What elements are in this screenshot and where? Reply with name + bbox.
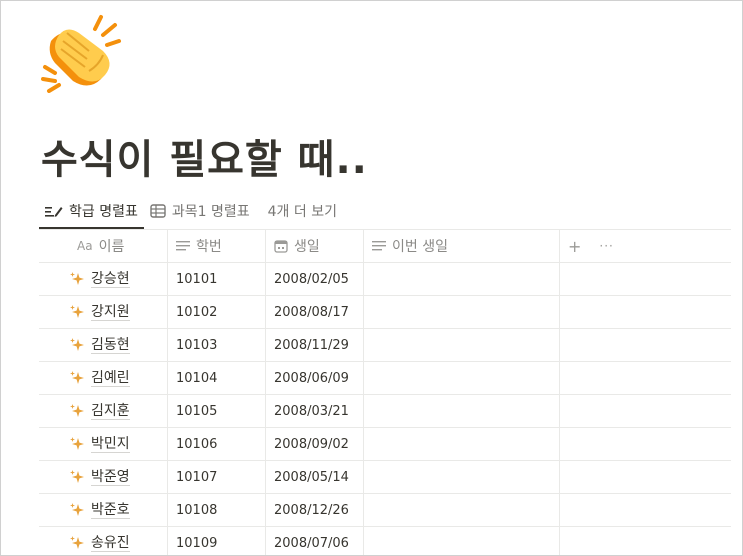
column-header-student-id[interactable]: 학번 (168, 230, 266, 262)
sparkle-icon (70, 371, 84, 384)
cell-birthday[interactable]: 2008/02/05 (266, 263, 364, 295)
pencil-list-icon (45, 207, 63, 217)
sparkle-icon (70, 437, 84, 450)
cell-empty (560, 428, 731, 460)
cell-student-id[interactable]: 10106 (168, 428, 266, 460)
cell-student-id[interactable]: 10107 (168, 461, 266, 493)
table-header: Aa 이름 학번 생일 이번 생일 + ··· (39, 230, 731, 263)
table-row[interactable]: 박준영 10107 2008/05/14 (39, 461, 731, 494)
column-header-actions: + ··· (560, 230, 731, 262)
cell-this-birthday[interactable] (364, 263, 560, 295)
notion-page: 수식이 필요할 때.. 학급 명렬표 과목1 명렬표 4개 더 보기 Aa 이름… (0, 0, 743, 556)
cell-name[interactable]: 박준영 (39, 461, 168, 493)
cell-this-birthday[interactable] (364, 428, 560, 460)
cell-name[interactable]: 송유진 (39, 527, 168, 555)
student-name: 송유진 (91, 534, 130, 552)
cell-name[interactable]: 김예린 (39, 362, 168, 394)
cell-birthday[interactable]: 2008/08/17 (266, 296, 364, 328)
cell-empty (560, 461, 731, 493)
calendar-icon (274, 240, 288, 253)
cell-student-id[interactable]: 10101 (168, 263, 266, 295)
roster-table: Aa 이름 학번 생일 이번 생일 + ··· 강승현 10101 2008/0… (39, 229, 731, 555)
cell-empty (560, 296, 731, 328)
column-actions: + ··· (568, 237, 614, 256)
student-name: 박준영 (91, 468, 130, 486)
table-icon (150, 204, 166, 218)
cell-name[interactable]: 박민지 (39, 428, 168, 460)
tab-more-views[interactable]: 4개 더 보기 (256, 195, 343, 227)
tab-label: 4개 더 보기 (267, 204, 337, 220)
sparkle-icon (70, 338, 84, 351)
cell-student-id[interactable]: 10109 (168, 527, 266, 555)
sparkle-icon (70, 305, 84, 318)
tab-label: 학급 명렬표 (69, 204, 138, 220)
cell-birthday[interactable]: 2008/07/06 (266, 527, 364, 555)
student-name: 박민지 (91, 435, 130, 453)
cell-empty (560, 263, 731, 295)
table-row[interactable]: 김예린 10104 2008/06/09 (39, 362, 731, 395)
cell-student-id[interactable]: 10104 (168, 362, 266, 394)
cell-this-birthday[interactable] (364, 395, 560, 427)
text-lines-icon (176, 241, 190, 251)
cell-empty (560, 395, 731, 427)
cell-name[interactable]: 강지원 (39, 296, 168, 328)
cell-empty (560, 527, 731, 555)
table-row[interactable]: 김동현 10103 2008/11/29 (39, 329, 731, 362)
aa-title-icon: Aa (77, 239, 93, 253)
sparkle-icon (70, 470, 84, 483)
view-tabs: 학급 명렬표 과목1 명렬표 4개 더 보기 (39, 195, 343, 229)
tab-subject-roster[interactable]: 과목1 명렬표 (144, 195, 256, 227)
cell-name[interactable]: 김동현 (39, 329, 168, 361)
more-options-button[interactable]: ··· (599, 239, 613, 253)
cell-name[interactable]: 박준호 (39, 494, 168, 526)
tab-class-roster[interactable]: 학급 명렬표 (39, 195, 144, 229)
column-header-birthday[interactable]: 생일 (266, 230, 364, 262)
cell-this-birthday[interactable] (364, 494, 560, 526)
cell-birthday[interactable]: 2008/05/14 (266, 461, 364, 493)
cell-birthday[interactable]: 2008/11/29 (266, 329, 364, 361)
column-header-this-birthday[interactable]: 이번 생일 (364, 230, 560, 262)
cell-student-id[interactable]: 10108 (168, 494, 266, 526)
column-header-name[interactable]: Aa 이름 (39, 230, 168, 262)
table-row[interactable]: 김지훈 10105 2008/03/21 (39, 395, 731, 428)
cell-empty (560, 494, 731, 526)
student-name: 김예린 (91, 369, 130, 387)
student-name: 강지원 (91, 303, 130, 321)
cell-birthday[interactable]: 2008/12/26 (266, 494, 364, 526)
table-row[interactable]: 송유진 10109 2008/07/06 (39, 527, 731, 555)
sparkle-icon (70, 404, 84, 417)
sparkle-icon (70, 503, 84, 516)
cell-this-birthday[interactable] (364, 461, 560, 493)
cell-student-id[interactable]: 10103 (168, 329, 266, 361)
cell-this-birthday[interactable] (364, 527, 560, 555)
table-row[interactable]: 강지원 10102 2008/08/17 (39, 296, 731, 329)
sparkle-icon (70, 272, 84, 285)
student-name: 김지훈 (91, 402, 130, 420)
student-name: 박준호 (91, 501, 130, 519)
table-body: 강승현 10101 2008/02/05 강지원 10102 2008/08/1… (39, 263, 731, 555)
text-lines-icon (372, 241, 386, 251)
cell-empty (560, 362, 731, 394)
student-name: 강승현 (91, 270, 130, 288)
sparkle-icon (70, 536, 84, 549)
add-column-button[interactable]: + (568, 237, 581, 256)
cell-birthday[interactable]: 2008/03/21 (266, 395, 364, 427)
table-row[interactable]: 박민지 10106 2008/09/02 (39, 428, 731, 461)
cell-student-id[interactable]: 10105 (168, 395, 266, 427)
cell-student-id[interactable]: 10102 (168, 296, 266, 328)
page-title: 수식이 필요할 때.. (41, 137, 368, 183)
tab-label: 과목1 명렬표 (171, 204, 250, 220)
student-name: 김동현 (91, 336, 130, 354)
table-row[interactable]: 강승현 10101 2008/02/05 (39, 263, 731, 296)
cell-name[interactable]: 강승현 (39, 263, 168, 295)
cell-this-birthday[interactable] (364, 362, 560, 394)
clapping-hands-icon[interactable] (37, 11, 125, 93)
cell-this-birthday[interactable] (364, 329, 560, 361)
cell-name[interactable]: 김지훈 (39, 395, 168, 427)
cell-this-birthday[interactable] (364, 296, 560, 328)
cell-birthday[interactable]: 2008/06/09 (266, 362, 364, 394)
table-row[interactable]: 박준호 10108 2008/12/26 (39, 494, 731, 527)
cell-empty (560, 329, 731, 361)
cell-birthday[interactable]: 2008/09/02 (266, 428, 364, 460)
